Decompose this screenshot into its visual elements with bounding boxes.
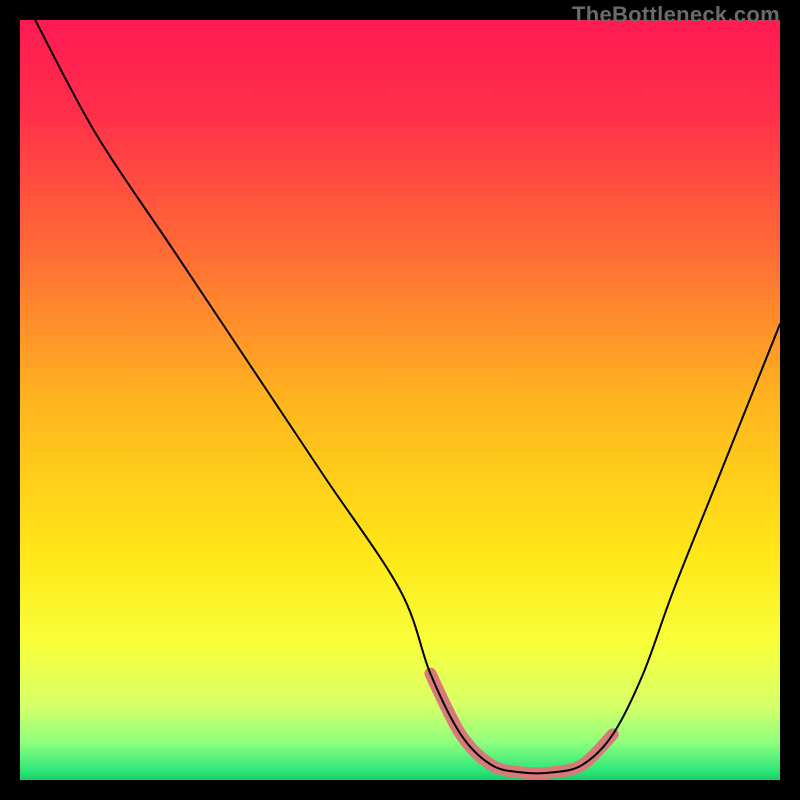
curve-layer — [20, 20, 780, 780]
chart-frame: TheBottleneck.com — [0, 0, 800, 800]
highlight-path — [430, 674, 612, 774]
bottleneck-curve — [35, 20, 780, 773]
plot-area — [20, 20, 780, 780]
watermark-text: TheBottleneck.com — [572, 0, 780, 30]
